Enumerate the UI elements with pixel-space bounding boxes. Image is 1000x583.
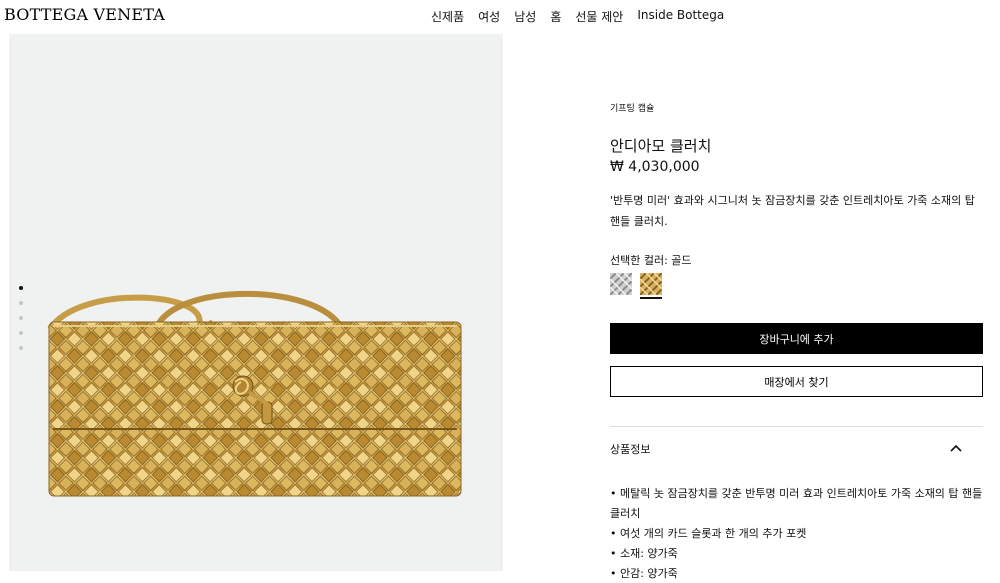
product-image	[47, 290, 462, 497]
color-swatch-silver[interactable]	[610, 273, 632, 295]
nav-inside-bottega[interactable]: Inside Bottega	[637, 8, 724, 25]
product-description: '반투명 미러' 효과와 시그니처 놋 잠금장치를 갖춘 인트레치아토 가죽 소…	[610, 194, 975, 228]
add-to-cart-button[interactable]: 장바구니에 추가	[610, 323, 983, 354]
gallery-dot-4[interactable]	[19, 331, 23, 335]
gallery-dot-2[interactable]	[19, 301, 23, 305]
nav-women[interactable]: 여성	[478, 8, 500, 25]
product-info-accordion-title[interactable]: 상품정보	[610, 441, 650, 457]
chevron-up-icon[interactable]	[948, 440, 964, 456]
find-in-store-button[interactable]: 매장에서 찾기	[610, 366, 983, 397]
nav-men[interactable]: 남성	[514, 8, 536, 25]
detail-item: • 여섯 개의 카드 슬롯과 한 개의 추가 포켓	[610, 527, 807, 540]
section-divider	[610, 426, 983, 427]
gold-swatch-icon	[640, 273, 662, 295]
selected-swatch-indicator	[640, 297, 662, 299]
detail-item: • 소재: 양가죽	[610, 547, 678, 560]
color-swatch-gold[interactable]	[640, 273, 662, 295]
brand-logo[interactable]: BOTTEGA VENETA	[4, 5, 165, 24]
product-image-panel	[9, 34, 503, 571]
silver-swatch-icon	[610, 273, 632, 295]
nav-new[interactable]: 신제품	[431, 8, 464, 25]
gallery-dots	[19, 286, 23, 350]
main-nav: 신제품 여성 남성 홈 선물 제안 Inside Bottega	[431, 8, 724, 25]
selected-color-label: 선택한 컬러: 골드	[610, 254, 692, 267]
product-title: 안디아모 클러치	[610, 137, 712, 155]
product-price: ₩ 4,030,000	[610, 159, 700, 175]
detail-item: • 안감: 양가죽	[610, 567, 678, 580]
product-details-list: • 메탈릭 놋 잠금장치를 갖춘 반투명 미러 효과 인트레치아토 가죽 소재의…	[610, 484, 983, 583]
site-header: BOTTEGA VENETA 신제품 여성 남성 홈 선물 제안 Inside …	[0, 0, 1000, 34]
gallery-dot-3[interactable]	[19, 316, 23, 320]
product-category[interactable]: 기프팅 캡슐	[610, 101, 654, 114]
detail-item: • 메탈릭 놋 잠금장치를 갖춘 반투명 미러 효과 인트레치아토 가죽 소재의…	[610, 487, 983, 520]
gallery-dot-5[interactable]	[19, 346, 23, 350]
nav-gifts[interactable]: 선물 제안	[575, 8, 623, 25]
gallery-dot-1[interactable]	[19, 286, 23, 290]
nav-home[interactable]: 홈	[550, 8, 561, 25]
